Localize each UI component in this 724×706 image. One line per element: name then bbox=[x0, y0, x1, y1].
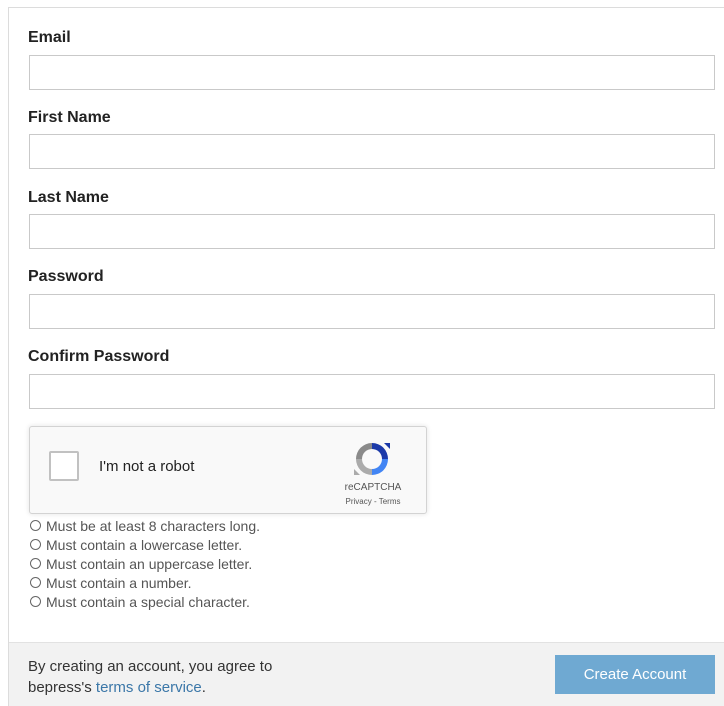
recaptcha-terms-link[interactable]: Terms bbox=[379, 497, 401, 506]
password-field[interactable] bbox=[29, 294, 715, 329]
first-name-label: First Name bbox=[28, 109, 111, 126]
recaptcha-label: I'm not a robot bbox=[99, 458, 195, 475]
confirm-password-field[interactable] bbox=[29, 374, 715, 409]
recaptcha-widget: I'm not a robot reCAPTCHA Privacy - Term… bbox=[29, 426, 427, 514]
rule-text: Must contain a lowercase letter. bbox=[46, 536, 243, 553]
rule-text: Must contain a special character. bbox=[46, 593, 250, 610]
last-name-field[interactable] bbox=[29, 214, 715, 249]
password-rules: Must be at least 8 characters long. Must… bbox=[30, 516, 260, 611]
agreement-text-owner: bepress's bbox=[28, 679, 96, 696]
rule-text: Must be at least 8 characters long. bbox=[46, 517, 260, 534]
rule-status-circle-icon bbox=[30, 577, 41, 588]
password-rule: Must be at least 8 characters long. bbox=[30, 516, 260, 535]
password-label: Password bbox=[28, 268, 104, 285]
agreement-text: By creating an account, you agree to bbox=[28, 658, 273, 675]
rule-status-circle-icon bbox=[30, 539, 41, 550]
rule-status-circle-icon bbox=[30, 596, 41, 607]
create-account-button[interactable]: Create Account bbox=[555, 655, 715, 694]
signup-panel: Email First Name Last Name Password Conf… bbox=[8, 7, 724, 706]
agreement-text-end: . bbox=[201, 679, 206, 696]
password-rule: Must contain a number. bbox=[30, 573, 260, 592]
password-rule: Must contain a special character. bbox=[30, 592, 260, 611]
first-name-field[interactable] bbox=[29, 134, 715, 169]
recaptcha-links-separator: - bbox=[371, 497, 379, 506]
recaptcha-logo-icon bbox=[354, 443, 390, 475]
form-footer: By creating an account, you agree to bep… bbox=[9, 642, 724, 706]
recaptcha-links: Privacy - Terms bbox=[330, 497, 416, 506]
rule-status-circle-icon bbox=[30, 558, 41, 569]
email-field[interactable] bbox=[29, 55, 715, 90]
email-label: Email bbox=[28, 29, 71, 46]
last-name-label: Last Name bbox=[28, 189, 109, 206]
terms-of-service-link[interactable]: terms of service bbox=[96, 679, 202, 696]
rule-text: Must contain a number. bbox=[46, 574, 192, 591]
recaptcha-checkbox[interactable] bbox=[49, 451, 79, 481]
recaptcha-brand: reCAPTCHA bbox=[344, 482, 402, 493]
rule-text: Must contain an uppercase letter. bbox=[46, 555, 253, 572]
recaptcha-privacy-link[interactable]: Privacy bbox=[346, 497, 372, 506]
rule-status-circle-icon bbox=[30, 520, 41, 531]
password-rule: Must contain a lowercase letter. bbox=[30, 535, 260, 554]
terms-agreement: By creating an account, you agree to bep… bbox=[28, 656, 272, 698]
password-rule: Must contain an uppercase letter. bbox=[30, 554, 260, 573]
confirm-password-label: Confirm Password bbox=[28, 348, 170, 365]
